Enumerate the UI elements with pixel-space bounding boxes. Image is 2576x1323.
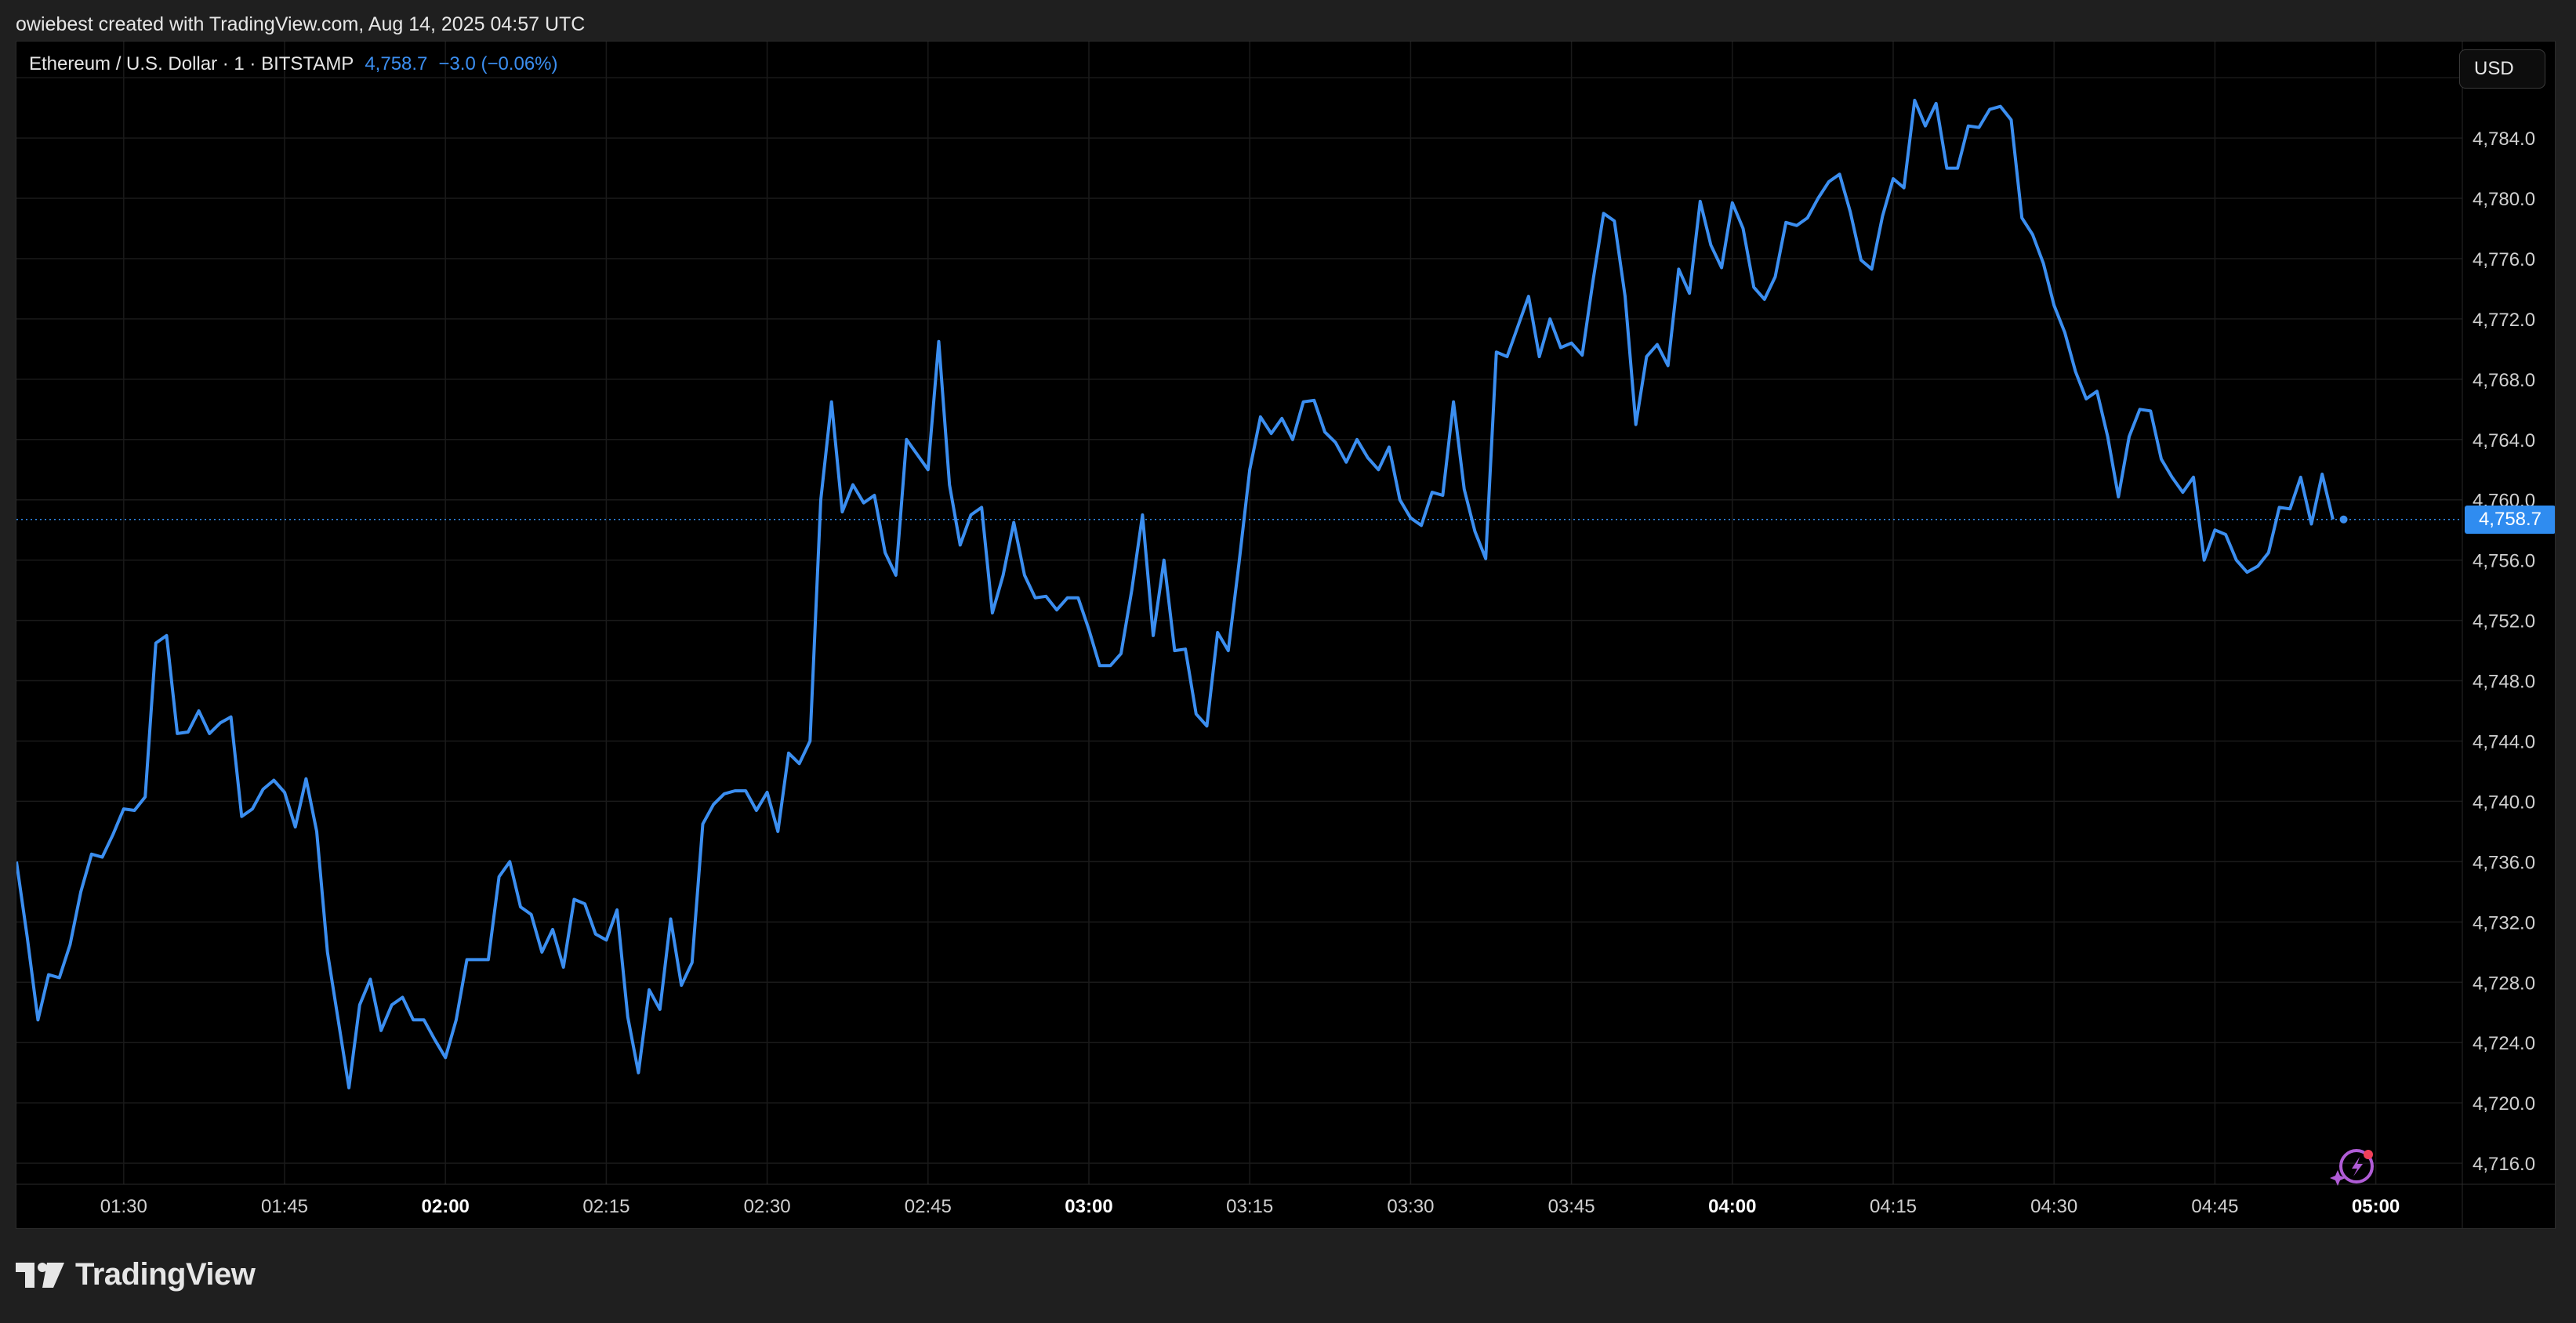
currency-button[interactable]: USD xyxy=(2459,49,2545,89)
header-credit: owiebest created with TradingView.com, A… xyxy=(16,13,586,35)
time-tick-label: 04:15 xyxy=(1870,1196,1917,1217)
time-tick-label: 02:30 xyxy=(744,1196,791,1217)
price-tick-label: 4,756.0 xyxy=(2473,551,2535,572)
price-tick-label: 4,748.0 xyxy=(2473,672,2535,693)
price-change-value: −3.0 (−0.06%) xyxy=(438,53,558,74)
price-tick-label: 4,780.0 xyxy=(2473,189,2535,210)
tradingview-logo-icon xyxy=(16,1262,64,1288)
symbol-name[interactable]: Ethereum / U.S. Dollar · 1 · BITSTAMP xyxy=(29,53,354,74)
symbol-legend[interactable]: Ethereum / U.S. Dollar · 1 · BITSTAMP 4,7… xyxy=(29,53,558,76)
price-tick-label: 4,736.0 xyxy=(2473,852,2535,873)
footer-logo[interactable]: TradingView xyxy=(16,1257,256,1292)
time-scale[interactable]: 01:30 01:45 02:00 02:15 02:30 02:45 03:00 03:15… xyxy=(100,1196,2400,1217)
price-tick-label: 4,768.0 xyxy=(2473,370,2535,391)
last-price-tag: 4,758.7 xyxy=(2465,505,2555,534)
price-tick-label: 4,720.0 xyxy=(2473,1093,2535,1115)
price-tick-label: 4,764.0 xyxy=(2473,430,2535,451)
time-tick-label: 03:30 xyxy=(1387,1196,1434,1217)
price-scale[interactable]: 4,716.0 4,720.0 4,724.0 4,728.0 4,732.0 4,736… xyxy=(2473,68,2535,1175)
price-tick-label: 4,724.0 xyxy=(2473,1033,2535,1054)
price-tick-label: 4,732.0 xyxy=(2473,912,2535,933)
price-tick-label: 4,752.0 xyxy=(2473,611,2535,633)
time-tick-label: 03:00 xyxy=(1065,1196,1112,1217)
price-chart[interactable]: 4,716.0 4,720.0 4,724.0 4,728.0 4,732.0 4,736… xyxy=(16,42,2556,1229)
time-tick-label: 02:15 xyxy=(582,1196,629,1217)
time-tick-label: 04:45 xyxy=(2191,1196,2238,1217)
time-tick-label: 02:00 xyxy=(422,1196,470,1217)
price-tick-label: 4,744.0 xyxy=(2473,731,2535,752)
chart-grid xyxy=(16,42,2462,1184)
last-price-dot xyxy=(2339,515,2348,524)
price-tick-label: 4,740.0 xyxy=(2473,792,2535,813)
time-tick-label: 03:45 xyxy=(1548,1196,1595,1217)
price-tick-label: 4,728.0 xyxy=(2473,973,2535,994)
last-price-value: 4,758.7 xyxy=(365,53,428,74)
price-tick-label: 4,716.0 xyxy=(2473,1154,2535,1175)
time-tick-label: 04:00 xyxy=(1708,1196,1756,1217)
time-tick-label: 02:45 xyxy=(905,1196,952,1217)
price-tick-label: 4,776.0 xyxy=(2473,249,2535,270)
time-tick-label: 01:45 xyxy=(261,1196,308,1217)
price-tick-label: 4,772.0 xyxy=(2473,310,2535,331)
chart-pane[interactable]: 4,716.0 4,720.0 4,724.0 4,728.0 4,732.0 4,736… xyxy=(16,41,2556,1229)
time-tick-label: 05:00 xyxy=(2352,1196,2400,1217)
footer-brand-name: TradingView xyxy=(75,1257,256,1292)
time-tick-label: 04:30 xyxy=(2030,1196,2077,1217)
lightning-replay-icon[interactable] xyxy=(2330,1149,2374,1186)
time-tick-label: 03:15 xyxy=(1226,1196,1273,1217)
price-tick-label: 4,784.0 xyxy=(2473,129,2535,150)
time-tick-label: 01:30 xyxy=(100,1196,147,1217)
price-series-line xyxy=(16,99,2335,1089)
